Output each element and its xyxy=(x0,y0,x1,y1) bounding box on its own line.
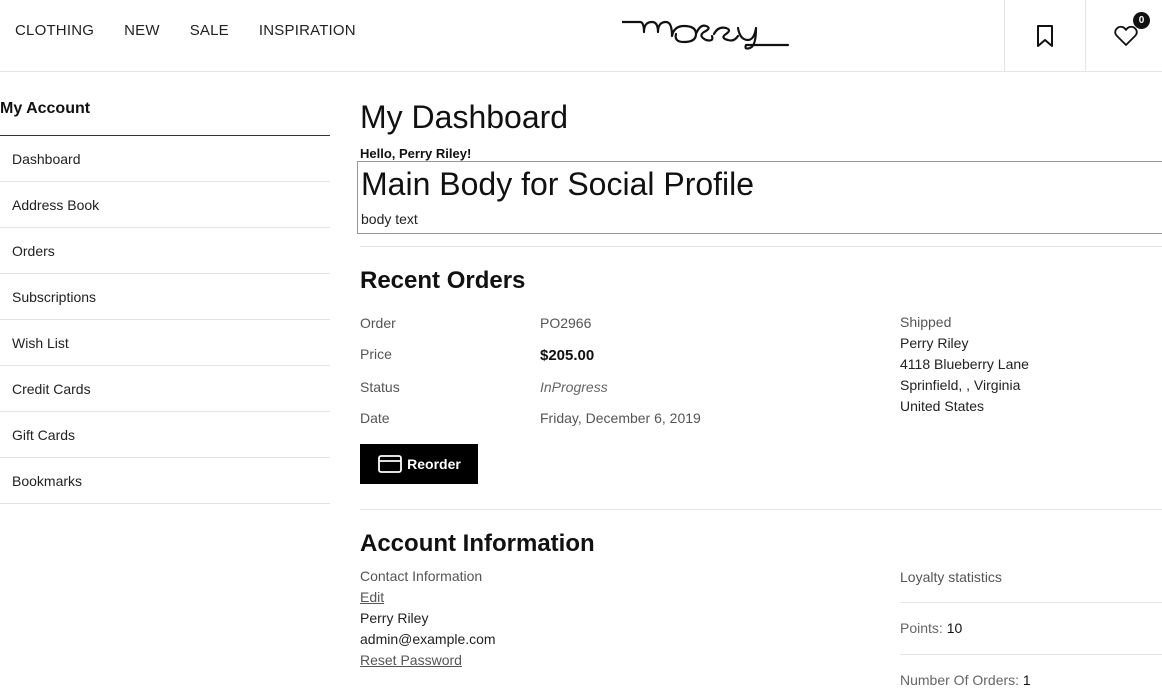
edit-contact-link[interactable]: Edit xyxy=(360,589,384,605)
bookmark-button[interactable] xyxy=(1004,0,1085,71)
orders-count-value: 1 xyxy=(1022,672,1031,688)
shipping-country: United States xyxy=(900,398,985,414)
sidebar-item-wish-list[interactable]: Wish List xyxy=(0,320,330,366)
order-price: $205.00 xyxy=(540,347,595,364)
contact-info-label: Contact Information xyxy=(360,568,483,584)
reorder-button[interactable]: Reorder xyxy=(360,444,478,484)
points-value: 10 xyxy=(946,620,963,636)
points-label: Points: xyxy=(900,620,943,636)
price-label: Price xyxy=(360,346,392,362)
sidebar-item-bookmarks[interactable]: Bookmarks xyxy=(0,458,330,504)
sidebar-item-subscriptions[interactable]: Subscriptions xyxy=(0,274,330,320)
order-date: Friday, December 6, 2019 xyxy=(540,410,701,426)
sidebar-item-credit-cards[interactable]: Credit Cards xyxy=(0,366,330,412)
divider xyxy=(900,654,1162,655)
loyalty-orders: Number Of Orders: 1 xyxy=(900,672,1031,688)
reorder-label: Reorder xyxy=(407,456,461,472)
sidebar-item-gift-cards[interactable]: Gift Cards xyxy=(0,412,330,458)
account-info-title: Account Information xyxy=(360,530,595,557)
nav-clothing[interactable]: CLOTHING xyxy=(15,21,94,41)
shipping-status: Shipped xyxy=(900,314,952,330)
social-profile-body: body text xyxy=(361,211,418,227)
divider xyxy=(360,509,1162,510)
recent-orders-title: Recent Orders xyxy=(360,267,526,294)
divider xyxy=(900,602,1162,603)
page-title: My Dashboard xyxy=(360,99,569,135)
account-email: admin@example.com xyxy=(360,631,496,647)
loyalty-points: Points: 10 xyxy=(900,620,962,636)
shipping-street: 4118 Blueberry Lane xyxy=(900,356,1029,372)
shipping-city: Sprinfield, , Virginia xyxy=(900,377,1021,393)
order-label: Order xyxy=(360,315,396,331)
account-sidebar: My Account Dashboard Address Book Orders… xyxy=(0,72,330,504)
social-profile-title: Main Body for Social Profile xyxy=(361,166,755,202)
wishlist-button[interactable]: 0 xyxy=(1085,0,1162,71)
nav-inspiration[interactable]: INSPIRATION xyxy=(259,21,356,41)
site-header: CLOTHING NEW SALE INSPIRATION 0 xyxy=(0,0,1162,72)
order-number: PO2966 xyxy=(540,315,592,331)
sidebar-item-orders[interactable]: Orders xyxy=(0,228,330,274)
wishlist-count-badge: 0 xyxy=(1133,12,1150,29)
main-nav: CLOTHING NEW SALE INSPIRATION xyxy=(15,21,386,41)
social-profile-box: Main Body for Social Profile body text xyxy=(357,161,1162,234)
status-label: Status xyxy=(360,379,400,395)
divider xyxy=(360,246,1162,247)
greeting-text: Hello, Perry Riley! xyxy=(360,146,472,161)
orders-count-label: Number Of Orders: xyxy=(900,672,1020,688)
shipping-name: Perry Riley xyxy=(900,335,969,351)
mosey-logo[interactable] xyxy=(620,12,790,52)
sidebar-title: My Account xyxy=(0,72,330,136)
account-name: Perry Riley xyxy=(360,610,429,626)
credit-card-icon xyxy=(378,455,403,473)
sidebar-item-dashboard[interactable]: Dashboard xyxy=(0,136,330,182)
logo-wordmark xyxy=(620,20,790,50)
bookmark-icon xyxy=(1037,24,1053,47)
heart-icon xyxy=(1114,25,1138,46)
nav-new[interactable]: NEW xyxy=(124,21,160,41)
date-label: Date xyxy=(360,410,390,426)
reset-password-link[interactable]: Reset Password xyxy=(360,652,462,668)
nav-sale[interactable]: SALE xyxy=(190,21,229,41)
loyalty-title: Loyalty statistics xyxy=(900,569,1002,585)
sidebar-item-address-book[interactable]: Address Book xyxy=(0,182,330,228)
order-status: InProgress xyxy=(540,379,608,395)
